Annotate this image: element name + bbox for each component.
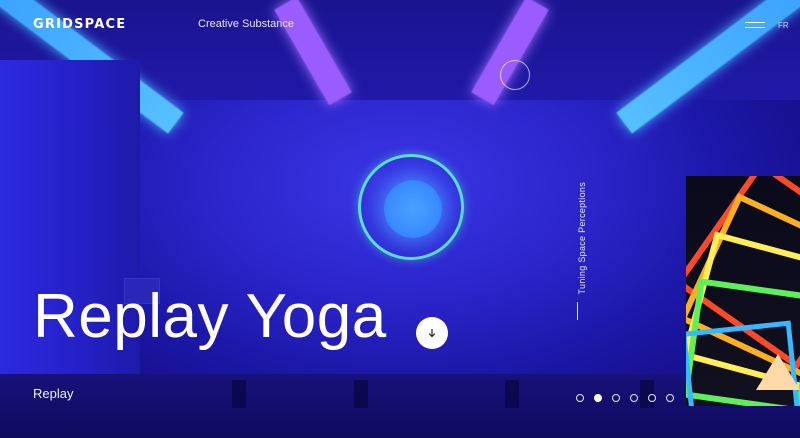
logo[interactable]: GRIDSPACE	[33, 17, 126, 32]
slider-dot[interactable]	[576, 394, 584, 402]
cursor-ring	[500, 60, 530, 90]
light-orb	[384, 180, 442, 238]
language-switch[interactable]: FR	[778, 21, 789, 30]
tagline: Creative Substance	[198, 18, 294, 30]
hamburger-menu-icon[interactable]	[745, 19, 765, 31]
hero-background	[0, 0, 800, 438]
hero-subtitle: Replay	[33, 386, 74, 401]
slider-dot[interactable]	[612, 394, 620, 402]
slider-dot[interactable]	[630, 394, 638, 402]
arrow-down-icon	[428, 329, 436, 338]
floor-block	[505, 380, 519, 408]
hero-title: Replay Yoga	[33, 282, 387, 351]
slider-dot[interactable]	[666, 394, 674, 402]
scroll-down-button[interactable]	[416, 317, 448, 349]
slider-dot[interactable]	[648, 394, 656, 402]
slider-pagination	[576, 394, 674, 402]
side-caption-line	[577, 302, 578, 320]
next-project-thumbnail[interactable]	[686, 176, 800, 406]
tent-shape	[756, 354, 800, 390]
floor	[0, 374, 800, 438]
slider-dot[interactable]	[594, 394, 602, 402]
side-caption: Tuning Space Perceptions	[577, 182, 587, 295]
floor-block	[354, 380, 368, 408]
floor-block	[232, 380, 246, 408]
